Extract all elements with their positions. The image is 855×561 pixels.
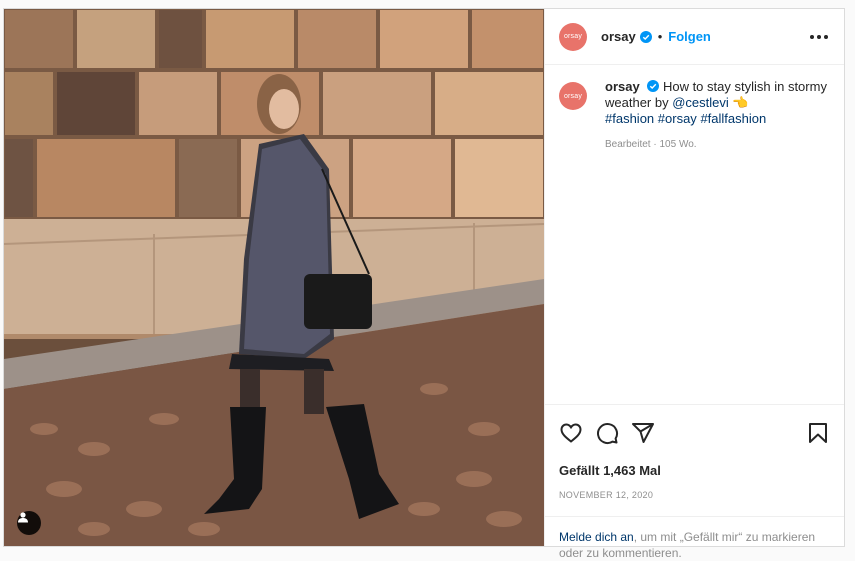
follow-button[interactable]: Folgen — [668, 29, 711, 44]
comment-icon[interactable] — [595, 421, 619, 445]
heart-icon[interactable] — [559, 421, 583, 445]
hashtag-link[interactable]: #fashion — [605, 111, 654, 126]
login-link[interactable]: Melde dich an — [559, 530, 634, 544]
caption: orsay How to stay stylish in stormy weat… — [605, 79, 828, 153]
share-icon[interactable] — [631, 421, 655, 445]
action-icons — [559, 413, 830, 453]
post-header: orsay orsay • Folgen — [545, 9, 844, 65]
verified-icon — [639, 30, 652, 43]
edited-label: Bearbeitet — [605, 139, 651, 150]
likes-count[interactable]: Gefällt 1,463 Mal — [559, 463, 830, 478]
mention-link[interactable]: @cestlevi — [672, 95, 729, 110]
login-prompt: Melde dich an, um mit „Gefällt mir“ zu m… — [545, 516, 844, 561]
post-photo[interactable] — [4, 9, 544, 546]
user-tag-icon — [18, 512, 28, 523]
pointing-emoji: 👈 — [732, 95, 749, 110]
instagram-post: orsay orsay • Folgen orsay orsay How to — [3, 8, 845, 560]
separator-dot: • — [657, 29, 663, 44]
post-date[interactable]: NOVEMBER 12, 2020 — [559, 490, 830, 500]
author-username[interactable]: orsay — [601, 29, 636, 44]
photo-illustration — [4, 9, 544, 546]
caption-meta: Bearbeitet · 105 Wo. — [605, 137, 828, 153]
hashtag-link[interactable]: #orsay — [658, 111, 697, 126]
caption-username[interactable]: orsay — [605, 79, 640, 94]
post-sidebar: orsay orsay • Folgen orsay orsay How to — [544, 9, 844, 560]
verified-icon — [647, 80, 660, 92]
caption-row: orsay orsay How to stay stylish in storm… — [559, 79, 828, 153]
meta-separator: · — [653, 139, 657, 150]
avatar[interactable]: orsay — [559, 22, 587, 51]
comments-section: orsay orsay How to stay stylish in storm… — [545, 65, 844, 404]
post-age[interactable]: 105 Wo. — [660, 139, 697, 150]
hashtag-link[interactable]: #fallfashion — [700, 111, 766, 126]
more-options-icon[interactable] — [810, 34, 828, 39]
caption-avatar[interactable]: orsay — [559, 82, 587, 110]
user-tag-button[interactable] — [17, 511, 41, 535]
post-actions: Gefällt 1,463 Mal NOVEMBER 12, 2020 Meld… — [545, 404, 844, 560]
bookmark-icon[interactable] — [806, 421, 830, 445]
